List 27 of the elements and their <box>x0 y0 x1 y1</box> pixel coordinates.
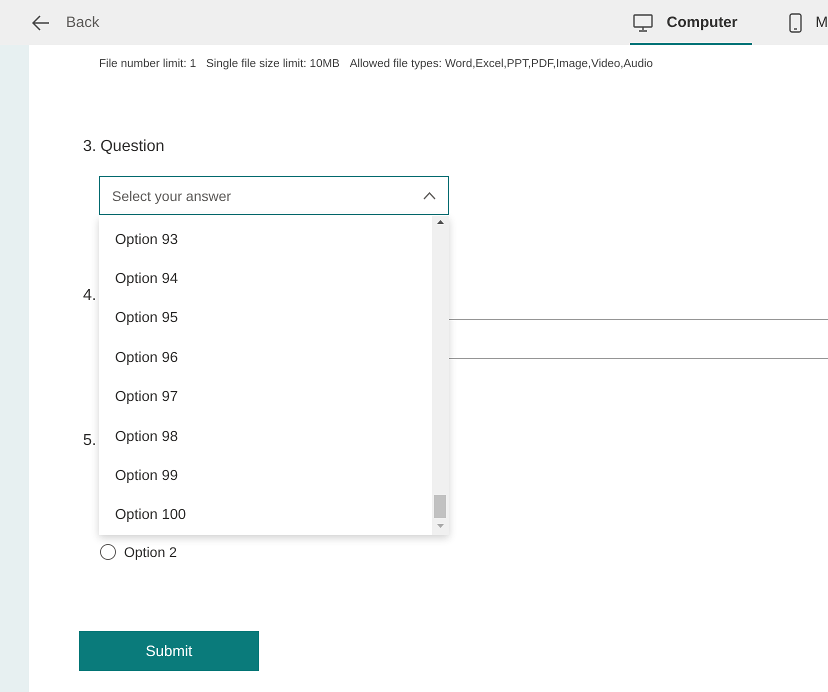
question-title: Question <box>100 138 164 156</box>
question-number: 4. <box>83 287 96 305</box>
option-item[interactable]: Option 97 <box>99 378 432 417</box>
view-tab[interactable]: M <box>786 2 828 45</box>
option-item[interactable]: Option 99 <box>99 456 432 496</box>
option-item[interactable]: Option 96 <box>99 338 432 378</box>
answer-dropdown[interactable]: Select your answer <box>99 176 449 215</box>
option-item[interactable]: Option 95 <box>99 298 432 338</box>
back-arrow-icon <box>32 14 50 30</box>
upload-limit-text: Allowed file types: Word,Excel,PPT,PDF,Image,Video,Audio <box>350 58 653 70</box>
phone-icon <box>788 12 802 32</box>
option-item[interactable]: Option 100 <box>99 496 432 535</box>
upload-limit-text: File number limit: 1 <box>99 58 196 70</box>
back-button[interactable]: Back <box>32 0 100 45</box>
radio-button[interactable] <box>100 544 116 560</box>
chevron-icon <box>423 192 436 200</box>
submit-button[interactable]: Submit <box>79 631 259 671</box>
option-item[interactable]: Option 98 <box>99 416 432 456</box>
option-label: Option 2 <box>124 544 177 560</box>
monitor-icon <box>632 14 653 32</box>
option-item[interactable]: Option 94 <box>99 259 432 299</box>
scrollbar[interactable] <box>432 216 449 535</box>
upload-limit-text: Single file size limit: 10MB <box>206 58 340 70</box>
view-tab[interactable]: Computer <box>630 2 752 45</box>
option-item[interactable]: Option 93 <box>99 220 432 260</box>
question-number: 3. <box>83 138 96 156</box>
question-number: 5. <box>83 432 96 450</box>
